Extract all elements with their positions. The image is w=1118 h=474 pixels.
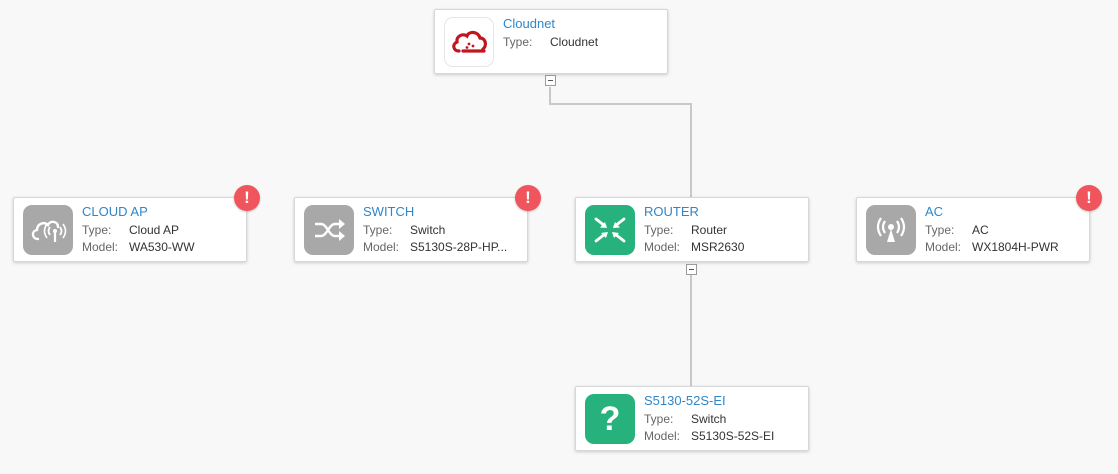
- node-router-title[interactable]: ROUTER: [644, 204, 699, 219]
- node-cloud-ap[interactable]: CLOUD AP Type: Cloud AP Model: WA530-WW: [13, 197, 247, 262]
- model-value: MSR2630: [691, 240, 745, 254]
- question-mark-icon: ?: [585, 394, 635, 444]
- node-switch-model-row: Model: S5130S-28P-HP...: [363, 240, 507, 254]
- alert-icon-cloud-ap[interactable]: !: [234, 185, 260, 211]
- model-label: Model:: [925, 240, 962, 254]
- type-value: Cloud AP: [129, 223, 180, 237]
- wireless-antenna-icon: [866, 205, 916, 255]
- node-ac-title[interactable]: AC: [925, 204, 943, 219]
- node-ac-model-row: Model: WX1804H-PWR: [925, 240, 1059, 254]
- cloud-ap-icon: [23, 205, 73, 255]
- type-label: Type:: [644, 412, 674, 426]
- type-value: AC: [972, 223, 989, 237]
- question-mark-glyph: ?: [599, 400, 621, 438]
- type-value: Switch: [691, 412, 727, 426]
- node-router-type-row: Type: Router: [644, 223, 727, 237]
- node-switch[interactable]: SWITCH Type: Switch Model: S5130S-28P-HP..…: [294, 197, 528, 262]
- alert-icon-switch[interactable]: !: [515, 185, 541, 211]
- node-cloud-ap-title[interactable]: CLOUD AP: [82, 204, 148, 219]
- node-switch-type-row: Type: Switch: [363, 223, 445, 237]
- node-ac-type-row: Type: AC: [925, 223, 989, 237]
- node-s5130-title[interactable]: S5130-52S-EI: [644, 393, 726, 408]
- topology-canvas: Cloudnet Type: Cloudnet CLOUD AP Type: Clo…: [0, 0, 1118, 474]
- node-cloudnet-type-row: Type: Cloudnet: [503, 35, 598, 49]
- type-label: Type:: [644, 223, 674, 237]
- node-router-model-row: Model: MSR2630: [644, 240, 744, 254]
- collapse-router-button[interactable]: [686, 264, 697, 275]
- type-value: Switch: [410, 223, 446, 237]
- type-label: Type:: [925, 223, 955, 237]
- alert-icon-ac[interactable]: !: [1076, 185, 1102, 211]
- type-label: Type:: [82, 223, 112, 237]
- type-label: Type:: [363, 223, 393, 237]
- model-label: Model:: [363, 240, 400, 254]
- link-cloudnet-router: [549, 87, 692, 198]
- node-cloud-ap-model-row: Model: WA530-WW: [82, 240, 195, 254]
- node-cloud-ap-type-row: Type: Cloud AP: [82, 223, 179, 237]
- model-label: Model:: [644, 240, 681, 254]
- collapse-cloudnet-button[interactable]: [545, 75, 556, 86]
- type-value: Cloudnet: [550, 35, 599, 49]
- shuffle-icon: [304, 205, 354, 255]
- node-cloudnet-title[interactable]: Cloudnet: [503, 16, 555, 31]
- type-label: Type:: [503, 35, 533, 49]
- model-label: Model:: [82, 240, 119, 254]
- node-switch-title[interactable]: SWITCH: [363, 204, 414, 219]
- cloud-icon: [444, 17, 494, 67]
- type-value: Router: [691, 223, 728, 237]
- node-cloudnet[interactable]: Cloudnet Type: Cloudnet: [434, 9, 668, 74]
- node-router[interactable]: ROUTER Type: Router Model: MSR2630: [575, 197, 809, 262]
- node-s5130-model-row: Model: S5130S-52S-EI: [644, 429, 774, 443]
- model-label: Model:: [644, 429, 681, 443]
- model-value: S5130S-28P-HP...: [410, 240, 508, 254]
- model-value: S5130S-52S-EI: [691, 429, 775, 443]
- model-value: WA530-WW: [129, 240, 195, 254]
- node-s5130-type-row: Type: Switch: [644, 412, 726, 426]
- router-arrows-icon: [585, 205, 635, 255]
- node-s5130[interactable]: ? S5130-52S-EI Type: Switch Model: S5130S-…: [575, 386, 809, 451]
- node-ac[interactable]: AC Type: AC Model: WX1804H-PWR: [856, 197, 1090, 262]
- model-value: WX1804H-PWR: [972, 240, 1059, 254]
